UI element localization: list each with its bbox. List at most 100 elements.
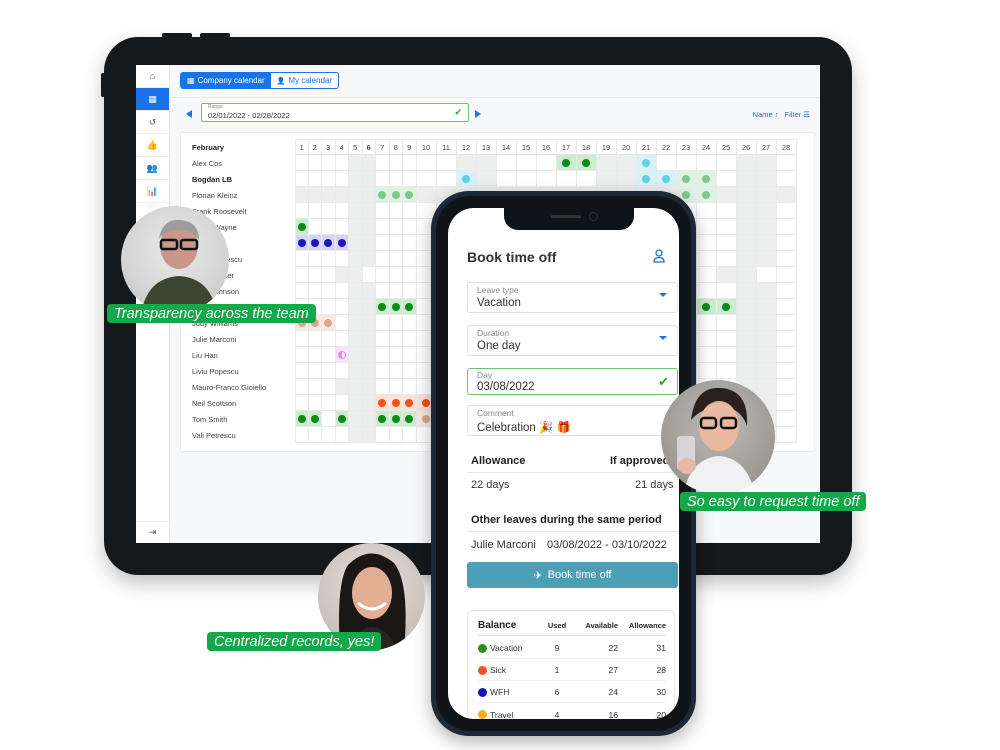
- day-cell[interactable]: [636, 155, 657, 171]
- day-cell[interactable]: [308, 203, 322, 219]
- leave-dot-vacation[interactable]: [582, 158, 590, 167]
- sort-by-name-button[interactable]: Name ↑: [753, 110, 779, 119]
- day-cell[interactable]: [335, 411, 349, 427]
- day-cell[interactable]: [308, 379, 322, 395]
- leave-dot-vacation-pending[interactable]: [405, 190, 414, 199]
- leave-dot-vacation[interactable]: [297, 222, 306, 231]
- day-cell[interactable]: [696, 187, 717, 203]
- day-cell[interactable]: [776, 379, 797, 395]
- day-cell[interactable]: [656, 155, 677, 171]
- my-calendar-tab[interactable]: 👤 My calendar: [270, 73, 339, 88]
- day-cell[interactable]: [403, 315, 417, 331]
- day-cell[interactable]: [362, 267, 376, 283]
- day-cell[interactable]: [403, 299, 417, 315]
- duration-select[interactable]: Duration One day: [467, 325, 678, 356]
- day-cell[interactable]: [403, 235, 417, 251]
- day-cell[interactable]: [322, 187, 336, 203]
- day-cell[interactable]: [349, 219, 363, 235]
- sidebar-item-home[interactable]: ⌂: [136, 65, 169, 88]
- day-cell[interactable]: [295, 363, 309, 379]
- leave-dot-sick[interactable]: [378, 398, 387, 407]
- day-cell[interactable]: [376, 203, 390, 219]
- day-cell[interactable]: [716, 235, 737, 251]
- day-cell[interactable]: [349, 331, 363, 347]
- day-cell[interactable]: [756, 267, 777, 283]
- day-cell[interactable]: [736, 331, 757, 347]
- day-cell[interactable]: [308, 363, 322, 379]
- day-cell[interactable]: [389, 155, 403, 171]
- day-cell[interactable]: [389, 411, 403, 427]
- day-cell[interactable]: [335, 187, 349, 203]
- day-cell[interactable]: [696, 235, 717, 251]
- day-cell[interactable]: [776, 203, 797, 219]
- leave-dot-vacation[interactable]: [702, 302, 710, 311]
- leave-dot-vacation-pending[interactable]: [378, 190, 387, 199]
- day-cell[interactable]: [362, 299, 376, 315]
- day-cell[interactable]: [322, 267, 336, 283]
- day-cell[interactable]: [322, 203, 336, 219]
- day-cell[interactable]: [696, 171, 717, 187]
- leave-dot-other-pending[interactable]: [324, 318, 333, 327]
- day-cell[interactable]: [308, 283, 322, 299]
- day-cell[interactable]: [362, 155, 376, 171]
- day-cell[interactable]: [736, 283, 757, 299]
- day-cell[interactable]: [389, 235, 403, 251]
- day-cell[interactable]: [716, 299, 737, 315]
- day-cell[interactable]: [349, 235, 363, 251]
- day-cell[interactable]: [389, 347, 403, 363]
- day-cell[interactable]: [362, 363, 376, 379]
- sidebar-item-team[interactable]: 👥: [136, 157, 169, 180]
- day-cell[interactable]: [335, 347, 349, 363]
- day-cell[interactable]: [335, 219, 349, 235]
- day-cell[interactable]: [362, 411, 376, 427]
- day-cell[interactable]: [349, 395, 363, 411]
- leave-dot-sick[interactable]: [422, 398, 430, 407]
- day-cell[interactable]: [295, 203, 309, 219]
- sidebar-item-logout[interactable]: ⇥: [136, 521, 169, 543]
- sidebar-item-reports[interactable]: 📊: [136, 180, 169, 203]
- leave-dot-vacation[interactable]: [337, 414, 346, 423]
- day-cell[interactable]: [362, 347, 376, 363]
- day-cell[interactable]: [376, 283, 390, 299]
- day-cell[interactable]: [403, 427, 417, 443]
- day-cell[interactable]: [308, 235, 322, 251]
- day-cell[interactable]: [416, 155, 437, 171]
- day-cell[interactable]: [776, 427, 797, 443]
- day-cell[interactable]: [389, 315, 403, 331]
- day-cell[interactable]: [295, 235, 309, 251]
- person-name[interactable]: Liu Han: [192, 347, 302, 363]
- leave-dot-travel-light[interactable]: [462, 174, 470, 183]
- day-cell[interactable]: [676, 171, 697, 187]
- day-cell[interactable]: [308, 171, 322, 187]
- day-cell[interactable]: [376, 187, 390, 203]
- user-icon[interactable]: [653, 249, 665, 263]
- day-cell[interactable]: [349, 283, 363, 299]
- day-cell[interactable]: [756, 235, 777, 251]
- day-cell[interactable]: [776, 187, 797, 203]
- day-cell[interactable]: [389, 283, 403, 299]
- leave-dot-vacation-pending[interactable]: [391, 190, 400, 199]
- day-cell[interactable]: [596, 155, 617, 171]
- day-cell[interactable]: [295, 219, 309, 235]
- day-cell[interactable]: [403, 155, 417, 171]
- day-input[interactable]: Day 03/08/2022 ✔: [467, 368, 678, 395]
- day-cell[interactable]: [322, 155, 336, 171]
- day-cell[interactable]: [322, 395, 336, 411]
- day-cell[interactable]: [322, 411, 336, 427]
- day-cell[interactable]: [403, 267, 417, 283]
- day-cell[interactable]: [696, 219, 717, 235]
- day-cell[interactable]: [496, 155, 517, 171]
- day-cell[interactable]: [389, 267, 403, 283]
- day-cell[interactable]: [776, 331, 797, 347]
- day-cell[interactable]: [716, 331, 737, 347]
- day-cell[interactable]: [776, 267, 797, 283]
- leave-dot-vacation-pending[interactable]: [682, 190, 690, 199]
- day-cell[interactable]: [403, 395, 417, 411]
- sidebar-item-history[interactable]: ↺: [136, 111, 169, 134]
- day-cell[interactable]: [335, 363, 349, 379]
- next-month-arrow-icon[interactable]: [475, 110, 481, 118]
- day-cell[interactable]: [295, 395, 309, 411]
- day-cell[interactable]: [389, 363, 403, 379]
- day-cell[interactable]: [295, 251, 309, 267]
- day-cell[interactable]: [389, 187, 403, 203]
